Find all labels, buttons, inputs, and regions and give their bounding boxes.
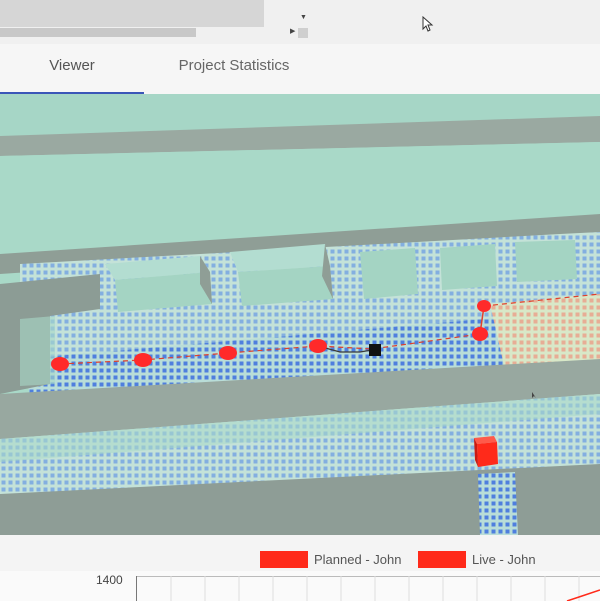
dropdown-arrow-icon[interactable]: ▼	[300, 14, 307, 21]
scroll-right-icon[interactable]: ▶	[290, 28, 295, 35]
viewer-scene[interactable]	[0, 94, 600, 535]
top-toolbar: ▼ ▶	[0, 0, 600, 44]
tab-viewer[interactable]: Viewer	[0, 44, 144, 95]
coverage-warm-zone	[490, 294, 600, 370]
current-position-marker[interactable]	[369, 344, 381, 356]
3d-viewer[interactable]	[0, 94, 600, 535]
scroll-thumb[interactable]	[298, 28, 308, 38]
toolbar-progress-strip	[0, 28, 196, 37]
tab-project-statistics-label: Project Statistics	[178, 57, 290, 74]
waypoint-marker[interactable]	[134, 353, 152, 367]
chart-gridlines	[137, 576, 600, 601]
tab-viewer-label: Viewer	[49, 57, 95, 74]
legend-item-planned[interactable]: Planned - John	[260, 550, 401, 568]
waypoint-marker[interactable]	[51, 357, 69, 371]
live-user-cube[interactable]	[474, 436, 498, 467]
legend-swatch-planned	[260, 550, 308, 568]
tab-bar: Viewer Project Statistics	[0, 44, 600, 95]
waypoint-marker[interactable]	[309, 339, 327, 353]
chart-area: 1400	[0, 571, 600, 601]
chart-legend: Planned - John Live - John	[0, 535, 600, 571]
waypoint-marker[interactable]	[472, 327, 488, 341]
legend-swatch-live	[418, 550, 466, 568]
toolbar-blank-field[interactable]	[0, 0, 264, 27]
legend-item-live[interactable]: Live - John	[418, 550, 536, 568]
waypoint-marker[interactable]	[219, 346, 237, 360]
y-tick-label: 1400	[96, 573, 123, 587]
tab-project-statistics[interactable]: Project Statistics	[160, 44, 308, 92]
legend-label-planned: Planned - John	[314, 551, 402, 567]
coverage-corridor-bottom	[478, 472, 518, 535]
waypoint-marker[interactable]	[477, 300, 491, 312]
legend-label-live: Live - John	[472, 551, 536, 567]
mouse-cursor-icon	[422, 16, 434, 32]
